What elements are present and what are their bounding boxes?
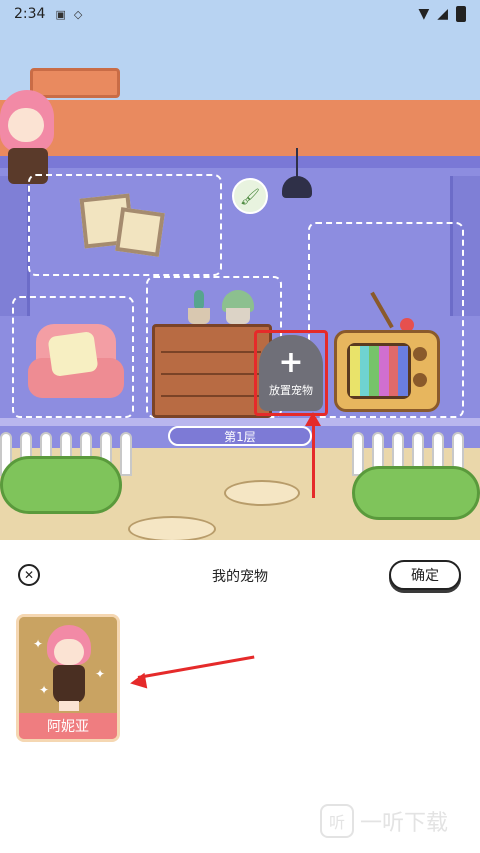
roof	[0, 100, 480, 160]
tv-test-bar	[359, 346, 370, 396]
pet-name: 阿妮亚	[19, 713, 117, 739]
pet-portrait: ✦ ✦ ✦	[19, 617, 117, 715]
photo-frame-2	[115, 207, 165, 257]
cactus-pot	[188, 308, 210, 324]
floor-edge	[0, 418, 480, 426]
tv-test-bar	[369, 346, 379, 396]
hint-arrow-left	[137, 655, 255, 679]
fence-post	[120, 432, 132, 476]
notification-a-icon: ▣	[55, 7, 66, 21]
sparkle-icon: ✦	[39, 683, 50, 697]
stepping-stone	[224, 480, 300, 506]
armchair-pillow	[47, 330, 99, 378]
status-time: 2:34	[14, 6, 46, 22]
battery-icon	[456, 6, 466, 22]
place-pet-label: 放置宠物	[269, 384, 313, 397]
dresser-drawer	[161, 357, 261, 375]
floor-indicator[interactable]: 第1层	[168, 426, 312, 446]
tv-test-bar	[398, 346, 408, 396]
dresser-drawer	[161, 335, 261, 353]
cactus-leaf	[194, 290, 204, 310]
hint-arrow-up	[312, 418, 315, 498]
tv-screen	[347, 343, 411, 399]
hint-arrow-up-head	[305, 412, 321, 426]
curtain-left	[0, 176, 30, 316]
pet-house-scene: 🖌 + 放置宠物 第1层	[0, 28, 480, 540]
ceiling-lamp	[282, 176, 312, 198]
confirm-button[interactable]: 确定	[389, 560, 461, 590]
bush-right	[352, 466, 480, 520]
pink-armchair	[28, 324, 124, 410]
place-pet-slot[interactable]: + 放置宠物	[254, 330, 328, 416]
tv-knob	[413, 373, 427, 387]
pet-body	[53, 665, 85, 703]
lamp-cord	[296, 148, 298, 178]
plus-icon: +	[278, 345, 304, 380]
tv-knob	[413, 347, 427, 361]
sparkle-icon: ✦	[95, 667, 106, 681]
paint-brush-icon[interactable]: 🖌	[232, 178, 268, 214]
tv-test-bar	[379, 346, 389, 396]
sparkle-icon: ✦	[33, 637, 44, 651]
watermark: 听 一听下载	[320, 804, 448, 838]
status-right-icons: ▼ ◢	[418, 6, 466, 22]
sheet-header: ✕ 我的宠物 确定	[0, 540, 480, 610]
wifi-icon: ▼	[418, 6, 430, 22]
dresser-drawer	[161, 379, 261, 397]
retro-tv	[334, 330, 440, 412]
hint-arrow-left-head	[128, 672, 148, 692]
stepping-stone	[128, 516, 216, 540]
succulent-pot	[226, 308, 250, 324]
pet-face	[54, 639, 84, 665]
signal-icon: ◢	[437, 6, 448, 22]
status-bar: 2:34 ▣ ◇ ▼ ◢	[0, 0, 480, 28]
avatar-face	[8, 108, 44, 142]
tv-test-bar	[350, 346, 360, 396]
photo-frames	[79, 193, 165, 266]
bush-left	[0, 456, 122, 514]
watermark-logo: 听	[320, 804, 354, 838]
page: 2:34 ▣ ◇ ▼ ◢ 🖌 + 放置宠物 第1层 ✕ 我的宠物 确定 ✦ ✦ …	[0, 0, 480, 853]
tv-test-bar	[388, 346, 399, 396]
my-pets-sheet: ✕ 我的宠物 确定 ✦ ✦ ✦ 阿妮亚 听 一听下载	[0, 540, 480, 853]
diamond-icon: ◇	[73, 7, 83, 21]
watermark-text: 一听下载	[360, 811, 449, 836]
succulent-plant	[222, 290, 254, 324]
pet-legs	[59, 701, 79, 711]
cactus-plant	[186, 290, 212, 324]
place-pet-ghost: + 放置宠物	[259, 335, 323, 411]
fence-post	[352, 432, 364, 476]
pet-card[interactable]: ✦ ✦ ✦ 阿妮亚	[16, 614, 120, 742]
